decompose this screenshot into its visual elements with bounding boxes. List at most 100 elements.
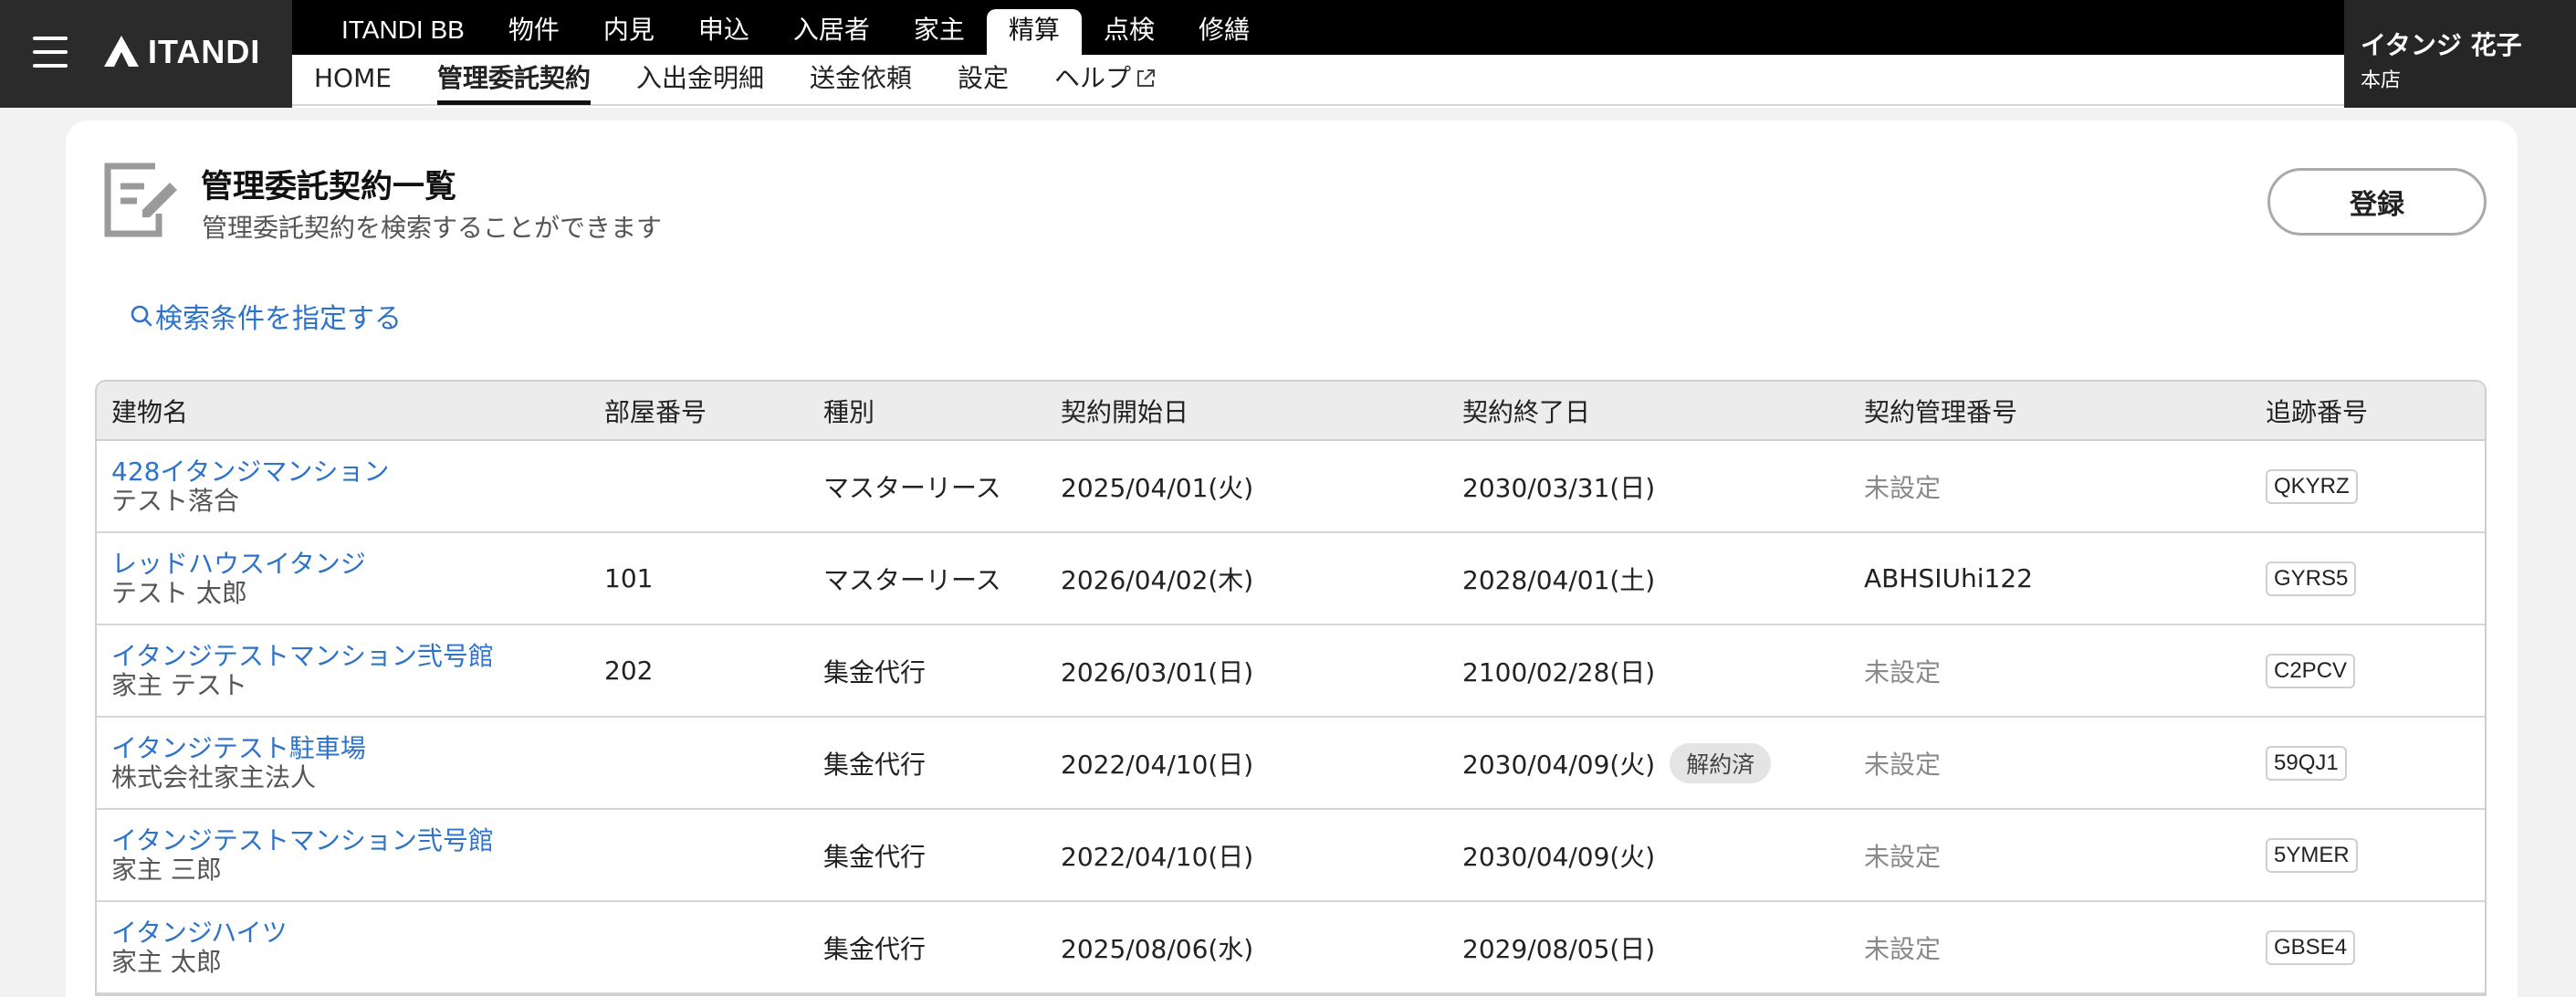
- column-header-end-date[interactable]: 契約終了日: [1448, 382, 1849, 441]
- top-nav-item[interactable]: 精算: [986, 9, 1082, 55]
- cell-end-date: 2029/08/05(日): [1448, 901, 1849, 994]
- itandi-logo[interactable]: ITANDI: [102, 33, 260, 71]
- cell-contract-number: 未設定: [1849, 624, 2251, 718]
- tracking-number-tag: QKYRZ: [2266, 468, 2358, 504]
- end-date-text: 2028/04/01(土): [1462, 564, 1656, 595]
- owner-name: 家主 三郎: [111, 854, 222, 885]
- top-nav-item[interactable]: 入居者: [771, 9, 892, 55]
- cell-building: イタンジテストマンション弐号館 家主 テスト: [97, 624, 590, 718]
- page-subtitle: 管理委託契約を検索することができます: [202, 213, 663, 243]
- building-name-link[interactable]: レッドハウスイタンジ: [111, 549, 590, 579]
- brand-block: ITANDI: [0, 0, 292, 108]
- cell-end-date: 2100/02/28(日): [1448, 624, 1849, 718]
- sub-nav-item-label: 入出金明細: [635, 63, 764, 93]
- cell-tracking-number: 59QJ1: [2251, 717, 2485, 810]
- register-button[interactable]: 登録: [2267, 168, 2487, 236]
- owner-name: 家主 テスト: [111, 669, 247, 700]
- top-nav-item[interactable]: 点検: [1082, 9, 1177, 55]
- tracking-number-tag: 59QJ1: [2266, 745, 2347, 781]
- contracts-table: 建物名 部屋番号 種別 契約開始日 契約終了日 契約管理番号 追跡番号 428イ…: [95, 380, 2487, 996]
- cell-contract-number: 未設定: [1849, 809, 2251, 902]
- sub-nav: HOME 管理委託契約 入出金明細 送金依頼 設定 ヘルプ: [292, 55, 2344, 106]
- sub-nav-item[interactable]: 設定: [958, 54, 1009, 105]
- building-name-link[interactable]: イタンジテストマンション弐号館: [111, 825, 590, 855]
- cell-tracking-number: QKYRZ: [2251, 440, 2485, 533]
- cell-building: イタンジテスト駐車場 株式会社家主法人: [97, 717, 590, 810]
- cell-type: 集金代行: [809, 901, 1046, 994]
- column-header-contract-number[interactable]: 契約管理番号: [1849, 382, 2251, 441]
- cell-contract-number: 未設定: [1849, 901, 2251, 994]
- top-nav-item[interactable]: 内見: [581, 9, 676, 55]
- sub-nav-item-label: 設定: [958, 63, 1010, 93]
- cell-room: [590, 440, 809, 533]
- top-nav-item[interactable]: 物件: [487, 9, 581, 55]
- table-header-row: 建物名 部屋番号 種別 契約開始日 契約終了日 契約管理番号 追跡番号: [97, 382, 2485, 441]
- table-row[interactable]: レッドハウスイタンジ テスト 太郎 101 マスターリース 2026/04/02(木) 2…: [97, 532, 2485, 625]
- cell-tracking-number: GYRS5: [2251, 532, 2485, 625]
- cell-building: レッドハウスイタンジ テスト 太郎: [97, 532, 590, 625]
- nav-area: ITANDI BB 物件 内見 申込 入居者 家主 精算 点検 修繕 HOME 管理委託契約 入出金…: [292, 0, 2344, 108]
- external-link-icon: [1137, 69, 1156, 87]
- cell-start-date: 2025/04/01(火): [1046, 440, 1448, 533]
- tracking-number-tag: C2PCV: [2266, 653, 2356, 688]
- main-card: 管理委託契約一覧 管理委託契約を検索することができます 登録 検索条件を指定する…: [66, 121, 2518, 997]
- top-header: ITANDI ITANDI BB 物件 内見 申込 入居者 家主 精算 点検 修繕 HOME 管理…: [0, 0, 2576, 108]
- owner-name: 家主 太郎: [111, 946, 222, 977]
- building-name-link[interactable]: イタンジハイツ: [111, 918, 590, 948]
- search-conditions-link[interactable]: 検索条件を指定する: [130, 296, 402, 336]
- column-header-start-date[interactable]: 契約開始日: [1046, 382, 1448, 441]
- table-body: 428イタンジマンション テスト落合 マスターリース 2025/04/01(火) 203…: [97, 440, 2485, 994]
- cell-type: 集金代行: [809, 809, 1046, 902]
- sub-nav-item[interactable]: HOME: [314, 54, 392, 105]
- search-icon: [131, 305, 152, 327]
- cell-start-date: 2025/08/06(水): [1046, 901, 1448, 994]
- cell-room: 202: [590, 624, 809, 718]
- table-row[interactable]: イタンジテストマンション弐号館 家主 三郎 集金代行 2022/04/10(日) 203…: [97, 809, 2485, 902]
- cell-end-date: 2030/04/09(火): [1448, 809, 1849, 902]
- top-nav-item[interactable]: 修繕: [1177, 9, 1272, 55]
- itandi-logo-icon: [104, 36, 139, 67]
- cell-end-date: 2030/03/31(日): [1448, 440, 1849, 533]
- top-nav-item[interactable]: 申込: [676, 9, 771, 55]
- cell-building: イタンジハイツ 家主 太郎: [97, 901, 590, 994]
- hamburger-menu-icon[interactable]: [33, 37, 68, 68]
- cell-contract-number: 未設定: [1849, 717, 2251, 810]
- sub-nav-item-label: 送金依頼: [809, 63, 912, 93]
- cell-tracking-number: GBSE4: [2251, 901, 2485, 994]
- user-name: イタンジ 花子: [2361, 30, 2522, 60]
- column-header-tracking-number[interactable]: 追跡番号: [2251, 382, 2485, 441]
- sub-nav-item[interactable]: 入出金明細: [636, 54, 764, 105]
- user-menu[interactable]: イタンジ 花子 本店: [2344, 0, 2576, 108]
- table-row[interactable]: イタンジハイツ 家主 太郎 集金代行 2025/08/06(水) 2029/08/05(…: [97, 901, 2485, 994]
- cell-start-date: 2026/04/02(木): [1046, 532, 1448, 625]
- table-row[interactable]: イタンジテスト駐車場 株式会社家主法人 集金代行 2022/04/10(日) 2030/…: [97, 717, 2485, 810]
- page-title: 管理委託契約一覧: [201, 169, 457, 205]
- building-name-link[interactable]: イタンジテストマンション弐号館: [111, 641, 590, 671]
- end-date-text: 2030/03/31(日): [1462, 472, 1656, 503]
- user-branch: 本店: [2361, 69, 2402, 92]
- top-nav-item[interactable]: 家主: [892, 9, 987, 55]
- end-date-text: 2030/04/09(火): [1462, 841, 1656, 872]
- cell-type: マスターリース: [809, 440, 1046, 533]
- contract-edit-icon: [104, 163, 177, 237]
- search-link-label: 検索条件を指定する: [155, 303, 402, 335]
- building-name-link[interactable]: 428イタンジマンション: [111, 457, 590, 487]
- sub-nav-item[interactable]: ヘルプ: [1054, 54, 1157, 105]
- logo-text: ITANDI: [148, 33, 261, 70]
- cell-start-date: 2022/04/10(日): [1046, 809, 1448, 902]
- column-header-building[interactable]: 建物名: [97, 382, 590, 441]
- column-header-type[interactable]: 種別: [809, 382, 1046, 441]
- end-date-text: 2030/04/09(火): [1462, 749, 1656, 780]
- cell-building: 428イタンジマンション テスト落合: [97, 440, 590, 533]
- column-header-room[interactable]: 部屋番号: [590, 382, 809, 441]
- sub-nav-item[interactable]: 管理委託契約: [436, 54, 591, 105]
- cell-room: [590, 809, 809, 902]
- table-row[interactable]: 428イタンジマンション テスト落合 マスターリース 2025/04/01(火) 203…: [97, 440, 2485, 533]
- cell-start-date: 2026/03/01(日): [1046, 624, 1448, 718]
- top-nav-item[interactable]: ITANDI BB: [319, 9, 487, 55]
- cell-contract-number: 未設定: [1849, 440, 2251, 533]
- table-row[interactable]: イタンジテストマンション弐号館 家主 テスト 202 集金代行 2026/03/01(日…: [97, 624, 2485, 718]
- building-name-link[interactable]: イタンジテスト駐車場: [111, 733, 590, 763]
- tracking-number-tag: GYRS5: [2266, 561, 2357, 596]
- sub-nav-item[interactable]: 送金依頼: [810, 54, 912, 105]
